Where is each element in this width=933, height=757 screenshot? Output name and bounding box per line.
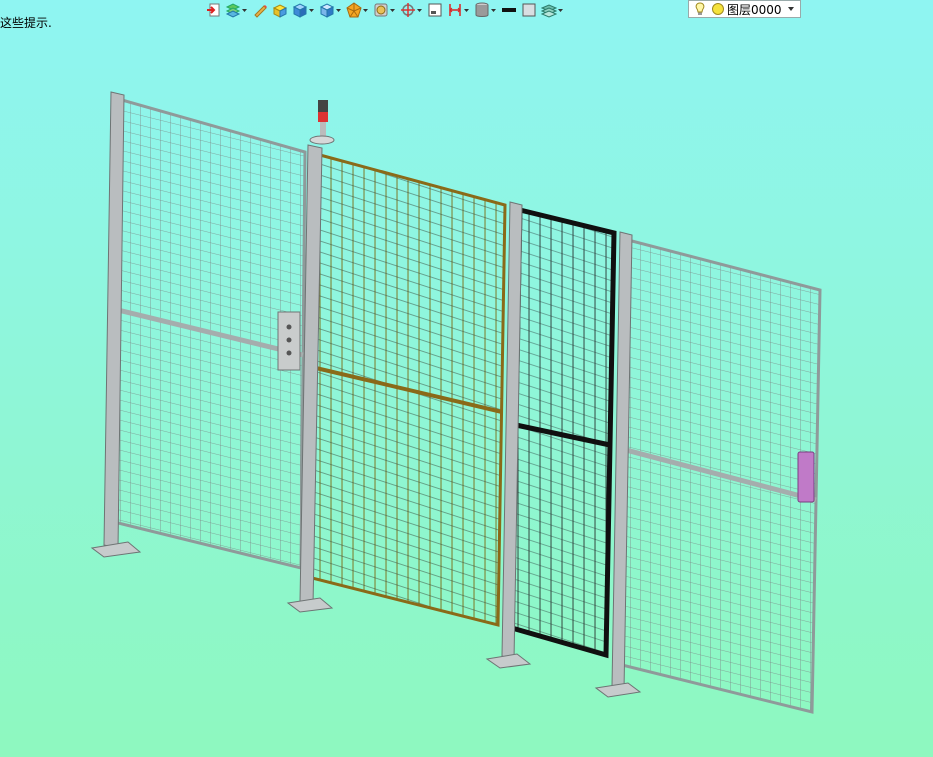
toolbar-button-orange-polygon[interactable] — [346, 1, 369, 19]
dropdown-arrow-icon[interactable] — [241, 2, 248, 18]
exit-icon — [207, 3, 220, 17]
black-door-panel[interactable] — [509, 206, 617, 659]
toolbar-button-cylinder[interactable] — [474, 1, 497, 19]
dropdown-arrow-icon[interactable] — [416, 2, 423, 18]
safety-switch-box[interactable] — [277, 311, 301, 371]
dimension-icon — [449, 4, 461, 16]
toolbar-button-pencil[interactable] — [252, 1, 268, 19]
toolbar-button-exit[interactable] — [205, 1, 221, 19]
signal-tower-light[interactable] — [309, 100, 335, 145]
toolbar-button-gray-fill[interactable] — [521, 1, 537, 19]
dropdown-arrow-icon[interactable] — [463, 2, 470, 18]
dropdown-arrow-icon[interactable] — [362, 2, 369, 18]
view-toolbar — [205, 0, 568, 20]
cylinder-icon — [475, 2, 489, 17]
dropdown-arrow-icon[interactable] — [490, 2, 497, 18]
layer-name: 图层0000 — [727, 2, 782, 17]
toolbar-button-yellow-box[interactable] — [272, 1, 288, 19]
toolbar-button-dimension[interactable] — [447, 1, 470, 19]
layers-stack-icon — [225, 3, 241, 18]
toolbar-button-render-style[interactable] — [373, 1, 396, 19]
toolbar-button-layer-sheets[interactable] — [541, 1, 564, 19]
chevron-down-icon[interactable] — [786, 4, 796, 14]
dropdown-arrow-icon[interactable] — [308, 2, 315, 18]
blue-cube-icon — [292, 3, 308, 18]
toolbar-button-blue-cube-view[interactable] — [319, 1, 342, 19]
hint-text: 这些提示. — [0, 16, 52, 30]
dropdown-arrow-icon[interactable] — [389, 2, 396, 18]
dropdown-arrow-icon[interactable] — [557, 2, 564, 18]
layer-combobox[interactable]: 图层0000 — [688, 0, 801, 18]
fence-model-scene[interactable] — [0, 0, 933, 757]
toolbar-button-black-line[interactable] — [501, 1, 517, 19]
lightbulb-icon — [695, 2, 705, 15]
gold-door-panel[interactable] — [310, 153, 507, 627]
black-line-icon — [502, 8, 516, 12]
viewport-frame-icon — [428, 3, 442, 17]
toolbar-button-crosshair-move[interactable] — [400, 1, 423, 19]
3d-viewport[interactable] — [0, 0, 933, 757]
toolbar-button-viewport-frame[interactable] — [427, 1, 443, 19]
pencil-icon — [254, 5, 267, 18]
right-fence-panel[interactable] — [620, 238, 822, 714]
dropdown-arrow-icon[interactable] — [335, 2, 342, 18]
door-handle-magenta — [797, 451, 815, 503]
blue-cube-view-icon — [319, 3, 335, 18]
crosshair-move-icon — [401, 3, 415, 17]
yellow-box-icon — [272, 4, 288, 18]
toolbar-button-layers-stack[interactable] — [225, 1, 248, 19]
yellow-circle-icon — [712, 3, 724, 15]
left-fence-panel[interactable] — [112, 98, 307, 570]
orange-polygon-icon — [346, 2, 362, 18]
render-style-icon — [374, 3, 388, 17]
layer-sheets-icon — [541, 4, 557, 18]
gray-fill-icon — [522, 3, 536, 17]
toolbar-button-blue-cube[interactable] — [292, 1, 315, 19]
